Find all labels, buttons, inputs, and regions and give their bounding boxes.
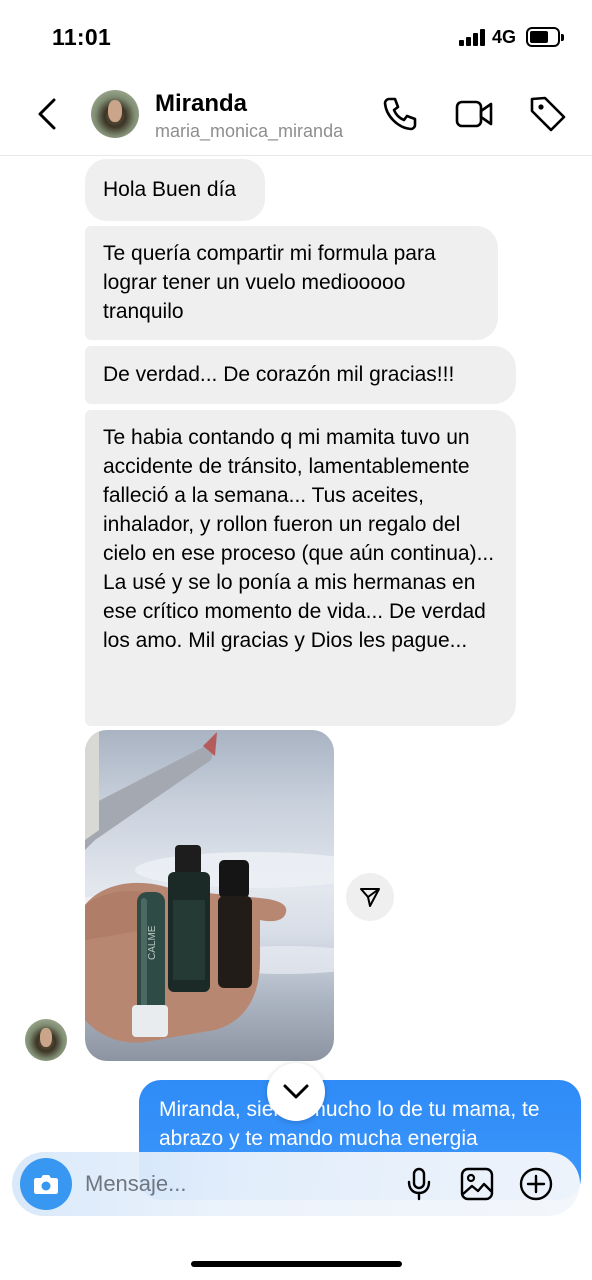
status-time: 11:01 bbox=[52, 24, 112, 50]
share-button[interactable] bbox=[346, 873, 394, 921]
incoming-message[interactable]: Hola Buen día bbox=[85, 159, 265, 221]
camera-button[interactable] bbox=[20, 1158, 72, 1210]
battery-icon bbox=[526, 27, 564, 47]
phone-icon bbox=[383, 97, 417, 131]
incoming-message[interactable]: Te habia contando q mi mamita tuvo un ac… bbox=[85, 410, 516, 726]
message-input[interactable] bbox=[85, 1166, 375, 1202]
video-call-button[interactable] bbox=[454, 94, 494, 134]
back-button[interactable] bbox=[30, 92, 66, 136]
add-icon bbox=[519, 1167, 553, 1201]
signal-icon bbox=[459, 29, 485, 46]
incoming-message[interactable]: De verdad... De corazón mil gracias!!! bbox=[85, 346, 516, 404]
gallery-icon bbox=[460, 1167, 494, 1201]
voice-message-button[interactable] bbox=[401, 1166, 437, 1202]
tag-icon bbox=[530, 96, 566, 132]
chat-header: Miranda maria_monica_miranda bbox=[0, 76, 592, 156]
avatar[interactable] bbox=[91, 90, 139, 138]
photo-message[interactable]: CALME bbox=[85, 730, 334, 1061]
send-icon bbox=[360, 888, 380, 907]
add-button[interactable] bbox=[518, 1166, 554, 1202]
photo-image: CALME bbox=[85, 730, 334, 1043]
message-composer bbox=[12, 1152, 580, 1216]
chevron-left-icon bbox=[38, 98, 56, 130]
tag-button[interactable] bbox=[528, 94, 568, 134]
gallery-button[interactable] bbox=[459, 1166, 495, 1202]
contact-username[interactable]: maria_monica_miranda bbox=[155, 121, 343, 142]
avatar[interactable] bbox=[25, 1019, 67, 1061]
status-bar: 11:01 4G bbox=[0, 0, 592, 76]
photo-label: CALME bbox=[147, 925, 158, 960]
microphone-icon bbox=[407, 1167, 431, 1201]
video-camera-icon bbox=[455, 100, 493, 128]
contact-name[interactable]: Miranda bbox=[155, 90, 247, 118]
camera-icon bbox=[34, 1175, 58, 1194]
chevron-down-icon bbox=[283, 1084, 309, 1099]
home-indicator[interactable] bbox=[191, 1261, 402, 1267]
scroll-to-bottom-button[interactable] bbox=[267, 1063, 325, 1121]
network-type: 4G bbox=[492, 27, 517, 47]
incoming-message[interactable]: Te quería compartir mi formula para logr… bbox=[85, 226, 498, 340]
call-button[interactable] bbox=[380, 94, 420, 134]
